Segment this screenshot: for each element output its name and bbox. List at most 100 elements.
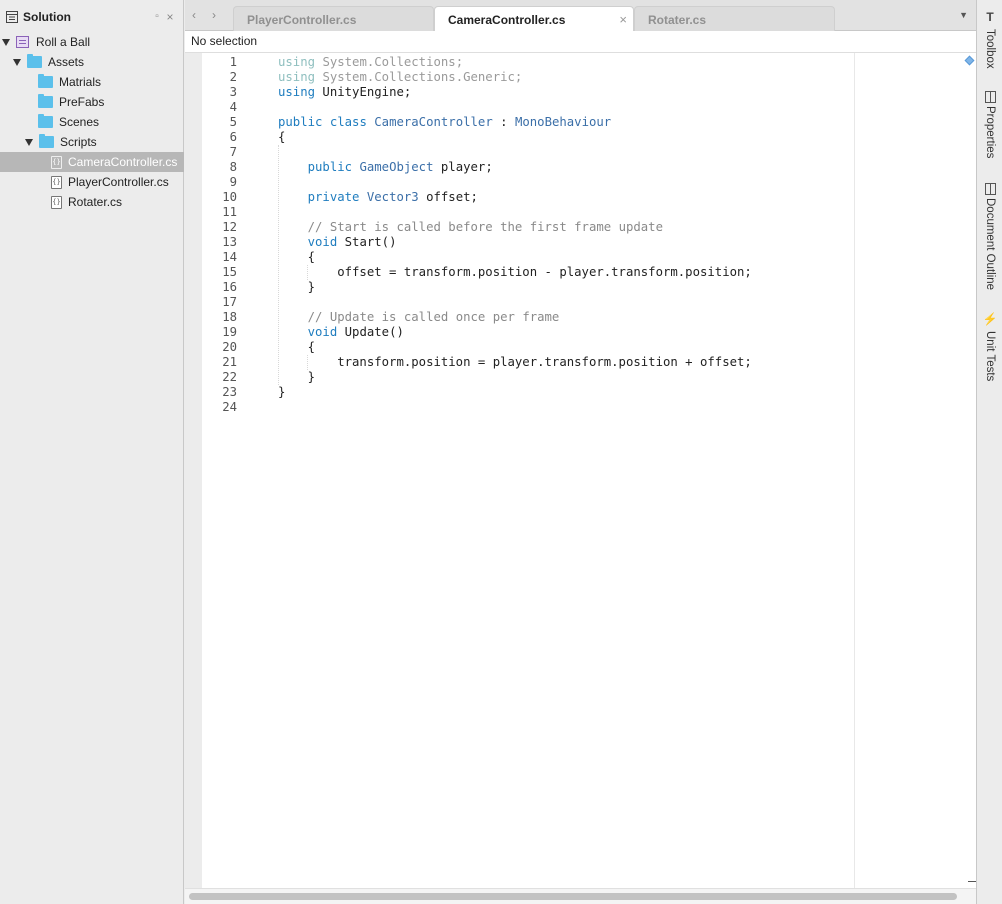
tree-item-scenes[interactable]: Scenes xyxy=(0,112,184,132)
solution-header: Solution ▫ × xyxy=(0,0,183,34)
navigate-forward-icon[interactable]: › xyxy=(212,8,216,22)
line-number[interactable]: 7 xyxy=(205,145,237,160)
code-text[interactable]: } xyxy=(278,280,315,295)
tab-cameracontroller[interactable]: CameraController.cs × xyxy=(434,6,634,31)
code-text[interactable]: { xyxy=(278,340,315,355)
tab-label: CameraController.cs xyxy=(448,13,566,27)
code-text[interactable]: { xyxy=(278,250,315,265)
line-number[interactable]: 1 xyxy=(205,55,237,70)
path-bar-text: No selection xyxy=(191,34,258,48)
code-text[interactable]: public class CameraController : MonoBeha… xyxy=(278,115,611,130)
tree-item-prefabs[interactable]: PreFabs xyxy=(0,92,184,112)
scrollbar-thumb[interactable] xyxy=(189,893,957,900)
expand-arrow-icon[interactable] xyxy=(25,138,33,146)
path-bar[interactable]: No selection xyxy=(185,31,976,53)
toolbox-tab[interactable]: T Toolbox xyxy=(977,10,1002,69)
line-number[interactable]: 18 xyxy=(205,310,237,325)
indent-guide xyxy=(278,145,279,385)
tree-item-label: Scenes xyxy=(59,115,100,129)
line-number[interactable]: 16 xyxy=(205,280,237,295)
csharp-file-icon: {} xyxy=(51,195,62,209)
horizontal-scrollbar[interactable] xyxy=(185,888,976,904)
csharp-file-icon: {} xyxy=(51,175,62,189)
line-number[interactable]: 4 xyxy=(205,100,237,115)
expand-arrow-icon[interactable] xyxy=(13,58,21,66)
tree-item-scripts[interactable]: Scripts xyxy=(0,132,184,152)
line-number[interactable]: 6 xyxy=(205,130,237,145)
indent-guide xyxy=(307,355,308,370)
line-number[interactable]: 17 xyxy=(205,295,237,310)
folder-icon xyxy=(38,94,53,108)
code-text[interactable]: } xyxy=(278,385,285,400)
line-number[interactable]: 13 xyxy=(205,235,237,250)
editor-tab-bar: ‹ › PlayerController.cs CameraController… xyxy=(185,0,976,31)
close-pad-icon[interactable]: × xyxy=(165,11,175,23)
line-number[interactable]: 9 xyxy=(205,175,237,190)
code-text[interactable]: using System.Collections; xyxy=(278,55,463,70)
line-number[interactable]: 10 xyxy=(205,190,237,205)
line-number[interactable]: 8 xyxy=(205,160,237,175)
tab-playercontroller[interactable]: PlayerController.cs xyxy=(233,6,434,31)
code-text[interactable]: public GameObject player; xyxy=(278,160,493,175)
code-text[interactable]: using UnityEngine; xyxy=(278,85,411,100)
line-number[interactable]: 2 xyxy=(205,70,237,85)
tree-item-label: Matrials xyxy=(59,75,102,89)
line-number[interactable]: 23 xyxy=(205,385,237,400)
editor-margin xyxy=(185,53,202,888)
line-number[interactable]: 3 xyxy=(205,85,237,100)
tab-rotater[interactable]: Rotater.cs xyxy=(634,6,835,31)
line-number[interactable]: 14 xyxy=(205,250,237,265)
solution-title: Solution xyxy=(23,10,71,24)
folder-icon xyxy=(27,54,42,68)
indent-guide xyxy=(307,265,308,280)
unit-tests-tab[interactable]: ⚡ Unit Tests xyxy=(977,312,1002,381)
line-number[interactable]: 15 xyxy=(205,265,237,280)
code-text[interactable]: offset = transform.position - player.tra… xyxy=(278,265,752,280)
document-outline-icon xyxy=(984,183,996,195)
right-margin-guide xyxy=(854,53,855,888)
tree-item-cameracontroller[interactable]: {} CameraController.cs xyxy=(0,152,184,172)
csharp-file-icon: {} xyxy=(51,155,62,169)
code-text[interactable]: void Update() xyxy=(278,325,404,340)
bookmark-marker-icon[interactable] xyxy=(964,55,975,66)
code-text[interactable]: { xyxy=(278,130,285,145)
document-outline-tab[interactable]: Document Outline xyxy=(977,181,1002,290)
tree-item-label: PlayerController.cs xyxy=(68,175,169,189)
tree-item-label: PreFabs xyxy=(59,95,105,109)
tree-item-playercontroller[interactable]: {} PlayerController.cs xyxy=(0,172,184,192)
tree-item-rotater[interactable]: {} Rotater.cs xyxy=(0,192,184,212)
line-number[interactable]: 21 xyxy=(205,355,237,370)
code-text[interactable]: transform.position = player.transform.po… xyxy=(278,355,752,370)
navigate-back-icon[interactable]: ‹ xyxy=(192,8,196,22)
code-text[interactable]: void Start() xyxy=(278,235,397,250)
project-icon xyxy=(16,36,29,48)
line-number[interactable]: 5 xyxy=(205,115,237,130)
line-number[interactable]: 12 xyxy=(205,220,237,235)
tree-item-label: CameraController.cs xyxy=(68,155,178,169)
code-editor[interactable]: 1 using System.Collections; 2 using System.… xyxy=(185,53,976,888)
code-text[interactable]: // Start is called before the first fram… xyxy=(278,220,663,235)
code-text[interactable]: using System.Collections.Generic; xyxy=(278,70,522,85)
tree-item-assets[interactable]: Assets xyxy=(0,52,184,72)
line-number[interactable]: 22 xyxy=(205,370,237,385)
line-number[interactable]: 24 xyxy=(205,400,237,415)
tree-item-matrials[interactable]: Matrials xyxy=(0,72,184,92)
line-number[interactable]: 11 xyxy=(205,205,237,220)
unit-tests-label: Unit Tests xyxy=(984,331,996,382)
unit-tests-icon: ⚡ xyxy=(982,312,998,326)
line-number[interactable]: 19 xyxy=(205,325,237,340)
properties-tab[interactable]: Properties xyxy=(977,89,1002,158)
tab-list-dropdown-icon[interactable]: ▼ xyxy=(959,10,968,20)
expand-arrow-icon[interactable] xyxy=(2,38,10,46)
tree-item-label: Roll a Ball xyxy=(36,35,91,49)
close-tab-icon[interactable]: × xyxy=(619,12,627,27)
code-text[interactable]: private Vector3 offset; xyxy=(278,190,478,205)
document-outline-label: Document Outline xyxy=(984,198,996,291)
tree-item-roll-a-ball[interactable]: Roll a Ball xyxy=(0,32,184,52)
code-text[interactable]: // Update is called once per frame xyxy=(278,310,560,325)
line-number[interactable]: 20 xyxy=(205,340,237,355)
folder-icon xyxy=(39,134,54,148)
minimize-pad-icon[interactable]: ▫ xyxy=(152,12,162,22)
code-text[interactable]: } xyxy=(278,370,315,385)
solution-icon xyxy=(6,11,18,23)
